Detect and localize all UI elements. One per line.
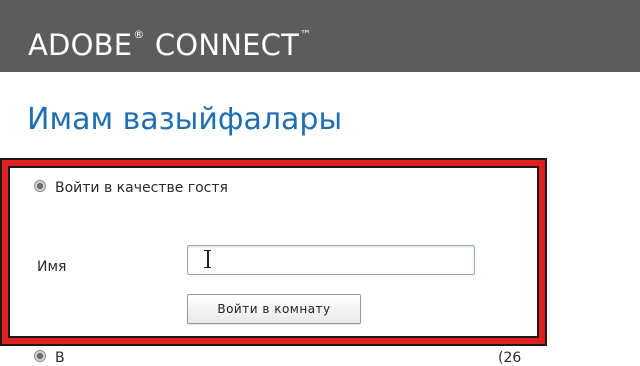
- name-input[interactable]: [187, 245, 475, 275]
- app-header: ADOBE® CONNECT™: [0, 0, 640, 72]
- enter-room-button[interactable]: Войти в комнату: [187, 294, 361, 324]
- member-option-note: (26: [498, 350, 522, 366]
- i-beam-cursor-icon: [204, 250, 211, 268]
- page-title: Имам вазыйфалары: [27, 102, 343, 137]
- guest-radio-button[interactable]: [34, 180, 46, 192]
- guest-option-label[interactable]: Войти в качестве гостя: [55, 179, 228, 197]
- adobe-connect-logo: ADOBE® CONNECT™: [28, 28, 312, 62]
- name-field-label: Имя: [37, 259, 67, 275]
- member-option-label[interactable]: В: [55, 350, 65, 366]
- member-radio-button[interactable]: [34, 350, 46, 362]
